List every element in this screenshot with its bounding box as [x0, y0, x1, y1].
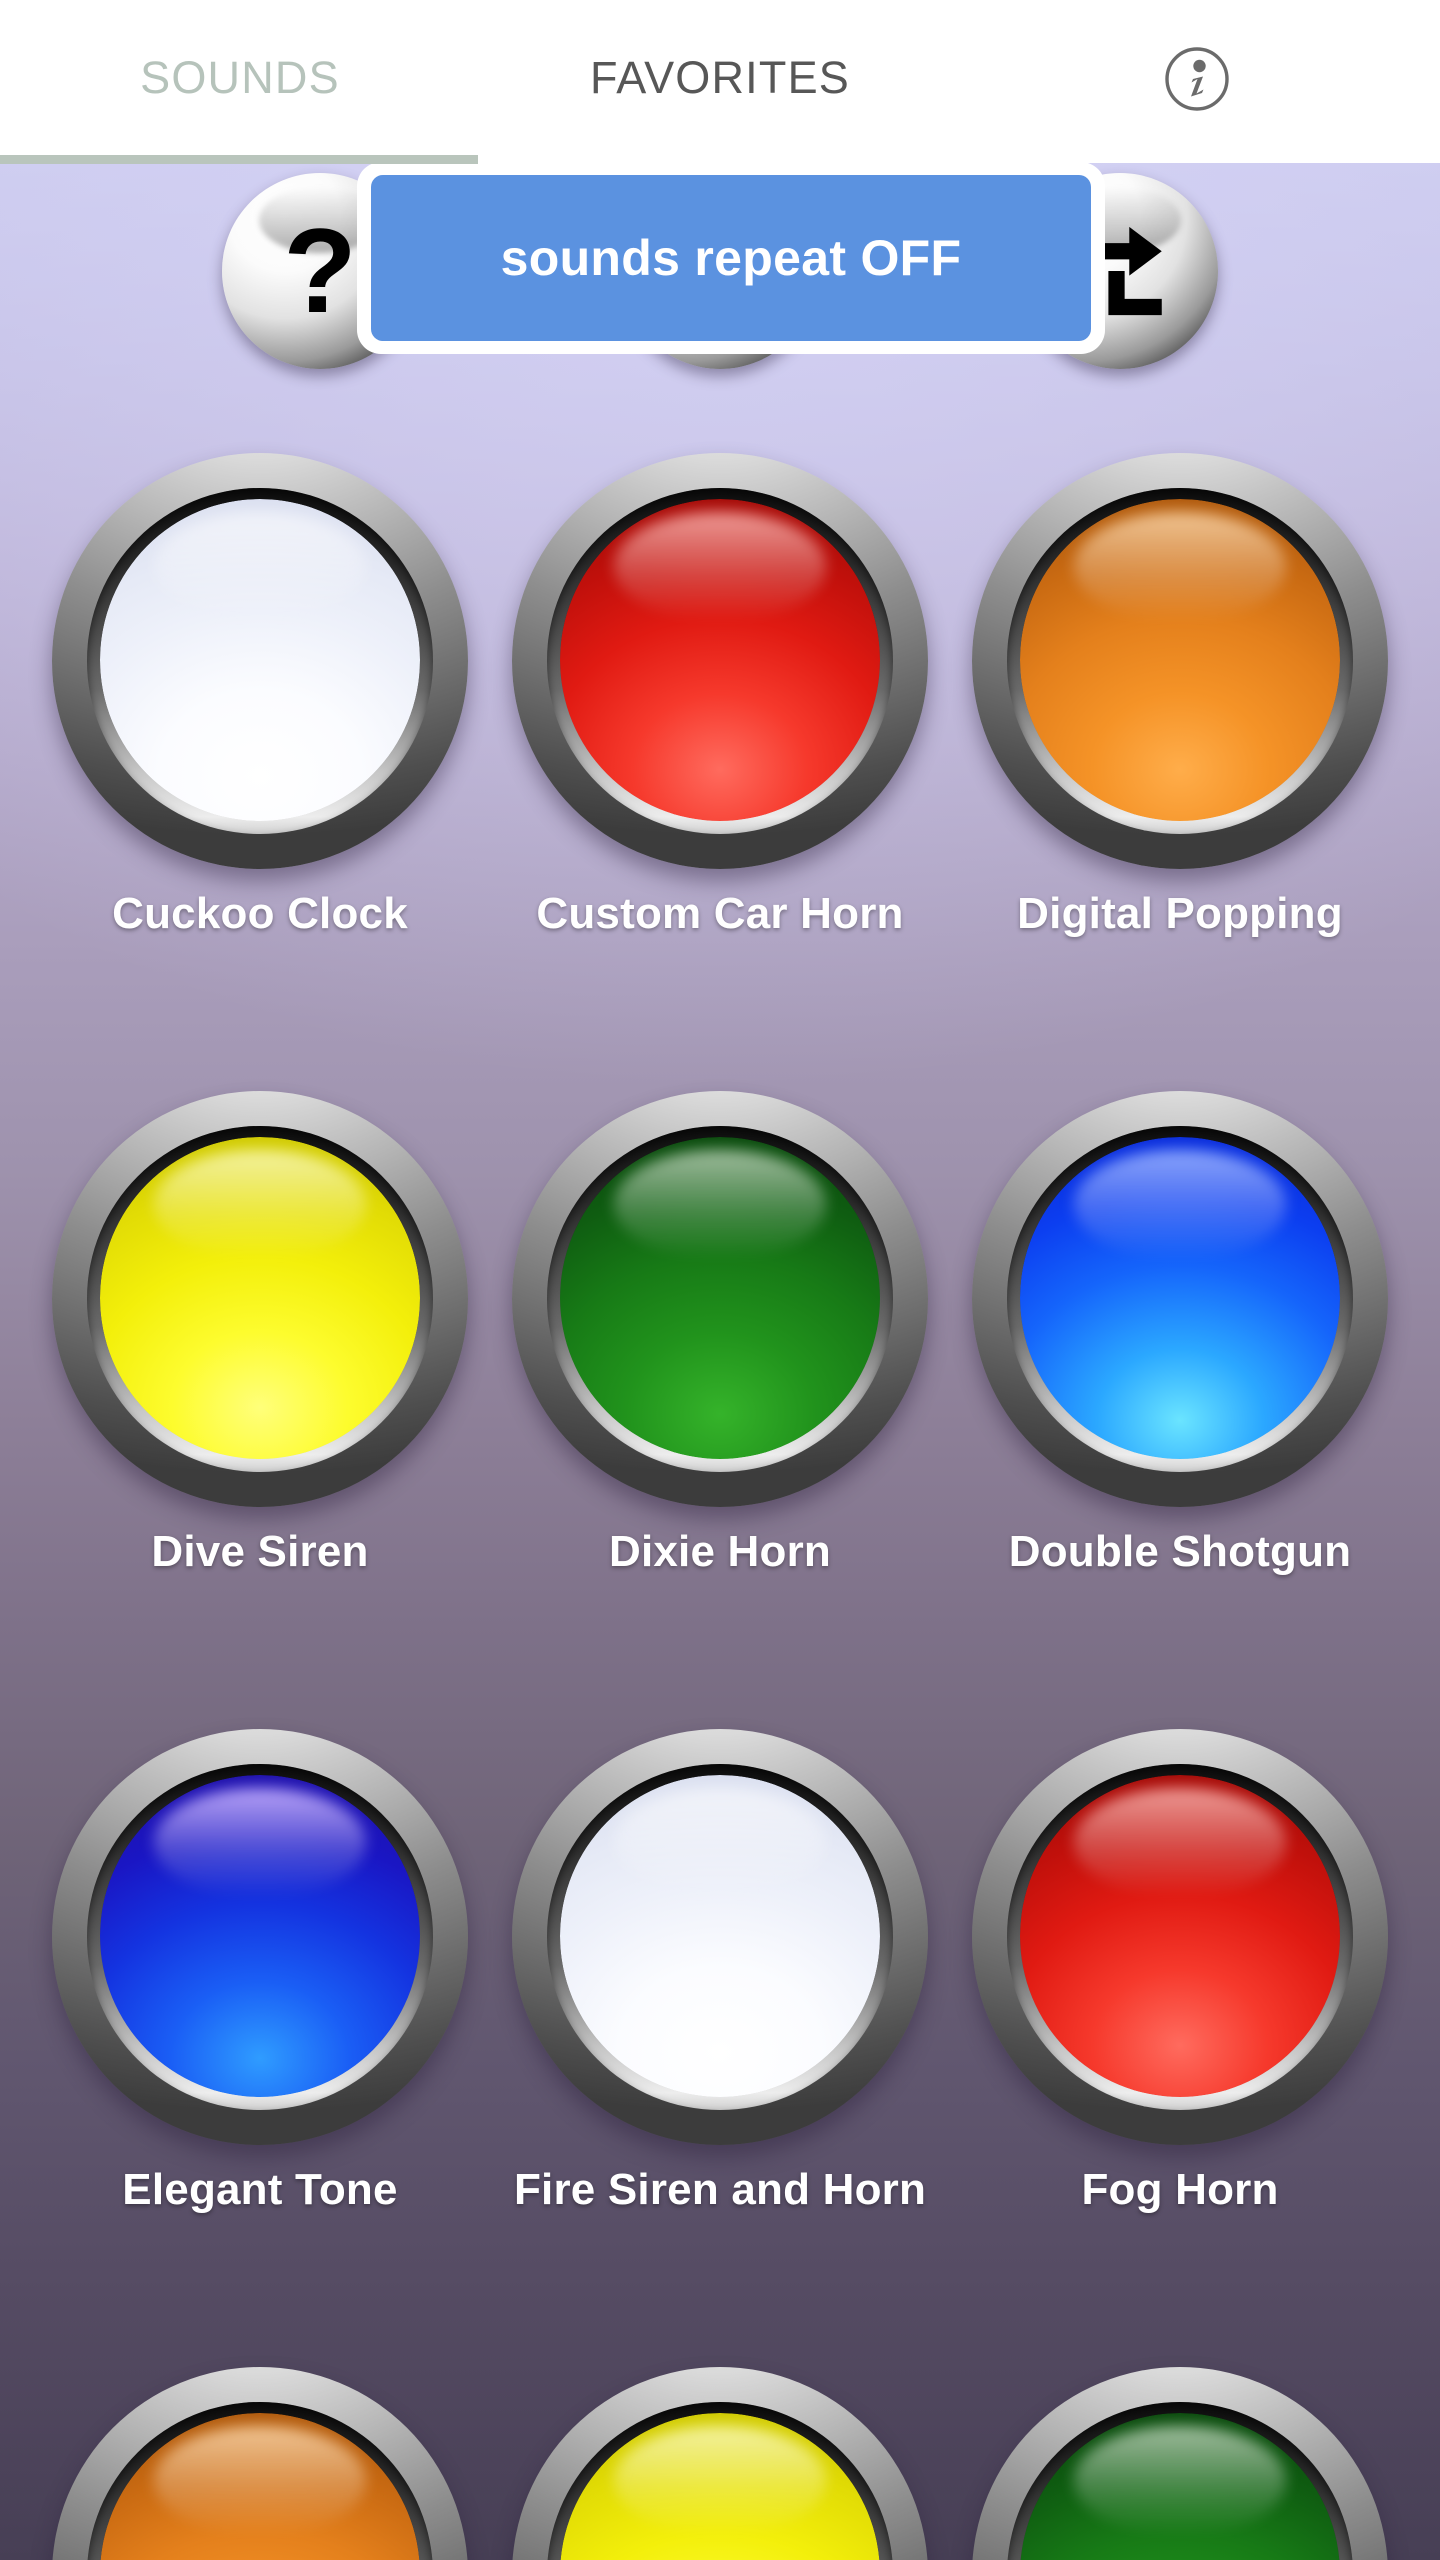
- sound-cell[interactable]: Digital Popping: [940, 453, 1420, 1091]
- sound-button-dome: [559, 498, 881, 822]
- sound-cell[interactable]: Elegant Tone: [20, 1729, 500, 2367]
- sound-button-dome: [99, 1774, 421, 2098]
- app-root: SOUNDS FAVORITES ? sounds repeat OFF Cuc…: [0, 0, 1440, 2560]
- tab-bar: SOUNDS FAVORITES: [0, 0, 1440, 164]
- dome-highlight: [1074, 1149, 1286, 1260]
- tab-favorites[interactable]: FAVORITES: [480, 0, 960, 155]
- sound-button-dome: [99, 1136, 421, 1460]
- sound-button[interactable]: [972, 1729, 1388, 2145]
- sound-button-dome: [99, 498, 421, 822]
- sound-button[interactable]: [512, 1091, 928, 1507]
- sound-cell[interactable]: Fog Horn: [940, 1729, 1420, 2367]
- sound-grid-row: Elegant Tone Fire Siren and Horn Fog Horn: [0, 1729, 1440, 2367]
- sound-button-label: Dive Siren: [151, 1527, 369, 1576]
- dome-highlight: [1074, 1787, 1286, 1898]
- sound-cell[interactable]: Double Shotgun: [940, 1091, 1420, 1729]
- sound-button[interactable]: [512, 453, 928, 869]
- dome-highlight: [154, 511, 366, 622]
- sound-button-dome: [559, 2412, 881, 2560]
- sound-button-dome: [1019, 498, 1341, 822]
- dome-highlight: [154, 2425, 366, 2536]
- sound-grid-row: Cuckoo Clock Custom Car Horn Digital Poppi…: [0, 453, 1440, 1091]
- sound-button-dome: [99, 2412, 421, 2560]
- sound-cell[interactable]: [20, 2367, 500, 2560]
- active-tab-indicator: [0, 155, 478, 164]
- repeat-status-text: sounds repeat OFF: [500, 230, 962, 286]
- sound-button-dome: [1019, 2412, 1341, 2560]
- sound-button-label: Elegant Tone: [122, 2165, 398, 2214]
- dome-highlight: [154, 1787, 366, 1898]
- sound-button-label: Digital Popping: [1017, 889, 1343, 938]
- sound-cell[interactable]: Custom Car Horn: [480, 453, 960, 1091]
- sound-cell[interactable]: Cuckoo Clock: [20, 453, 500, 1091]
- dome-highlight: [1074, 2425, 1286, 2536]
- sound-button-dome: [559, 1136, 881, 1460]
- sound-button-dome: [1019, 1136, 1341, 1460]
- dome-highlight: [614, 1149, 826, 1260]
- sound-button-label: Double Shotgun: [1008, 1527, 1352, 1576]
- sound-button[interactable]: [972, 1091, 1388, 1507]
- dome-highlight: [154, 1149, 366, 1260]
- sound-grid-row: [0, 2367, 1440, 2560]
- sound-button[interactable]: [512, 2367, 928, 2560]
- info-icon[interactable]: [1163, 45, 1231, 113]
- sound-grid-row: Dive Siren Dixie Horn Double Shotgun: [0, 1091, 1440, 1729]
- sound-button[interactable]: [512, 1729, 928, 2145]
- sound-button-grid: Cuckoo Clock Custom Car Horn Digital Poppi…: [0, 453, 1440, 2560]
- repeat-status-tooltip[interactable]: sounds repeat OFF: [371, 175, 1091, 341]
- sound-button[interactable]: [52, 453, 468, 869]
- sound-button[interactable]: [972, 453, 1388, 869]
- sound-button[interactable]: [52, 2367, 468, 2560]
- sound-button-label: Fire Siren and Horn: [513, 2165, 927, 2214]
- sound-button-label: Custom Car Horn: [536, 889, 904, 938]
- sound-button[interactable]: [972, 2367, 1388, 2560]
- question-mark-icon: ?: [283, 204, 357, 338]
- sound-cell[interactable]: Fire Siren and Horn: [480, 1729, 960, 2367]
- sound-button-label: Fog Horn: [1081, 2165, 1279, 2214]
- tab-sounds[interactable]: SOUNDS: [0, 0, 480, 155]
- sound-cell[interactable]: Dive Siren: [20, 1091, 500, 1729]
- sound-button[interactable]: [52, 1091, 468, 1507]
- content-stage: ? sounds repeat OFF Cuckoo Clock Custom C…: [0, 163, 1440, 2560]
- tab-favorites-label: FAVORITES: [589, 51, 850, 103]
- tab-sounds-label: SOUNDS: [140, 51, 340, 103]
- sound-button-dome: [559, 1774, 881, 2098]
- sound-cell[interactable]: [940, 2367, 1420, 2560]
- sound-button[interactable]: [52, 1729, 468, 2145]
- control-row: ? sounds repeat OFF: [0, 163, 1440, 403]
- tooltip-container: sounds repeat OFF: [357, 163, 1105, 354]
- dome-highlight: [614, 511, 826, 622]
- sound-cell[interactable]: [480, 2367, 960, 2560]
- sound-button-label: Dixie Horn: [608, 1527, 832, 1576]
- dome-highlight: [1074, 511, 1286, 622]
- dome-highlight: [614, 2425, 826, 2536]
- sound-cell[interactable]: Dixie Horn: [480, 1091, 960, 1729]
- sound-button-dome: [1019, 1774, 1341, 2098]
- dome-highlight: [614, 1787, 826, 1898]
- sound-button-label: Cuckoo Clock: [112, 889, 408, 938]
